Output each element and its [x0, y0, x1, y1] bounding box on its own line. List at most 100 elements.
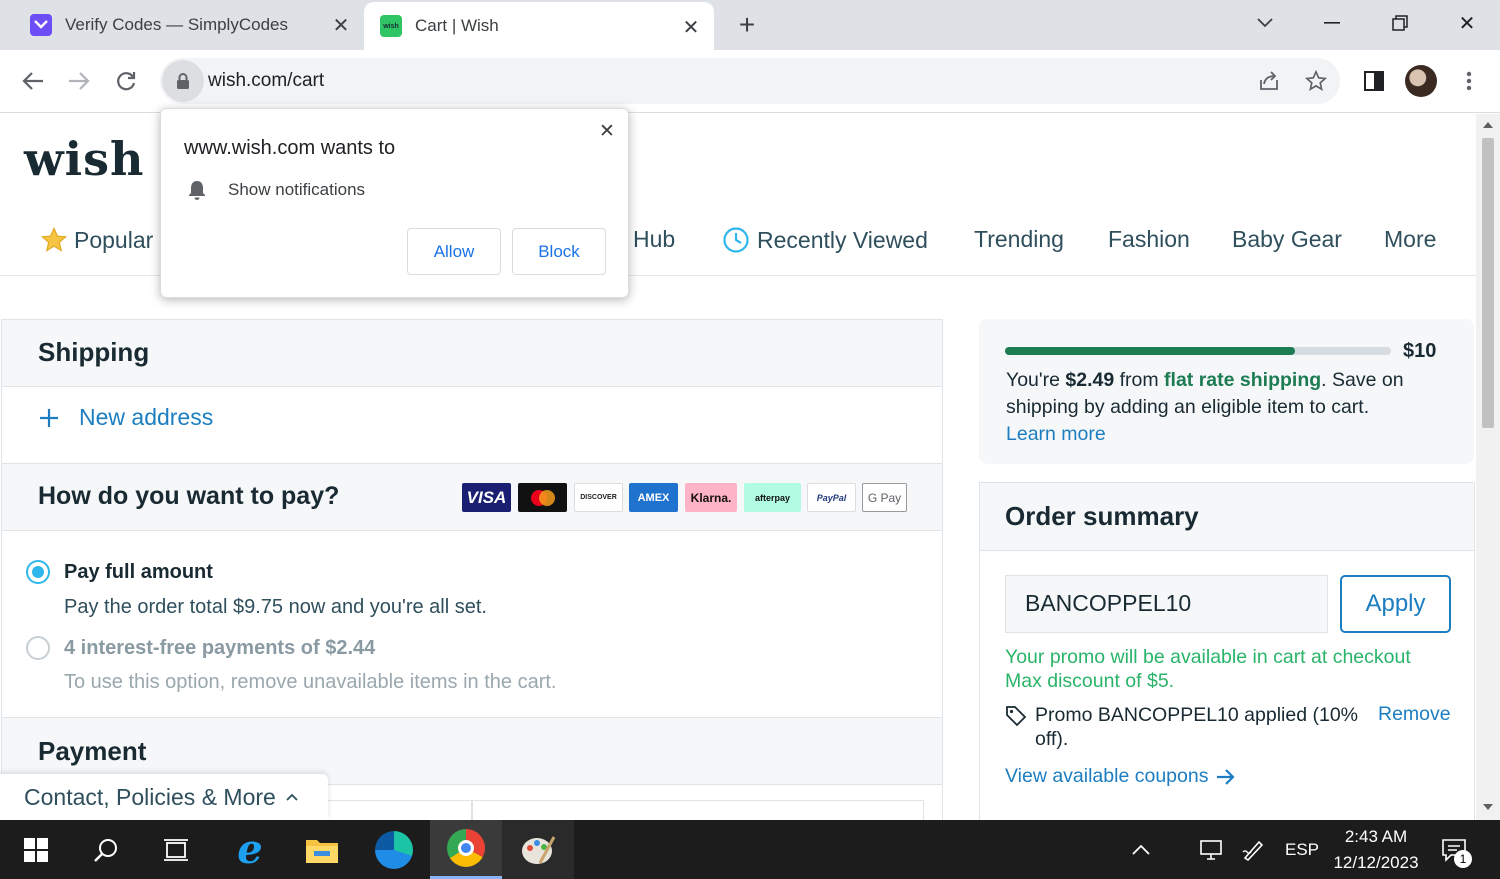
- language-indicator[interactable]: ESP: [1280, 820, 1324, 879]
- tab-wish-cart[interactable]: wish Cart | Wish ✕: [364, 2, 714, 50]
- contact-policies-bar[interactable]: Contact, Policies & More: [0, 774, 328, 820]
- file-explorer-icon[interactable]: [286, 820, 358, 879]
- show-hidden-icons-chevron-icon[interactable]: [1124, 820, 1158, 879]
- scrollbar-thumb[interactable]: [1482, 138, 1494, 428]
- nav-label: Fashion: [1108, 226, 1190, 252]
- pen-icon[interactable]: [1236, 820, 1270, 879]
- page-scrollbar[interactable]: [1476, 114, 1500, 820]
- minimize-button[interactable]: [1312, 6, 1352, 40]
- nav-item-trending[interactable]: Trending: [974, 226, 1064, 253]
- menu-kebab-icon[interactable]: [1452, 64, 1486, 98]
- shipping-progress-fill: [1005, 347, 1295, 355]
- nav-item-more[interactable]: More: [1384, 226, 1436, 253]
- card-field[interactable]: [322, 800, 472, 820]
- afterpay-logo: afterpay: [744, 483, 801, 512]
- nav-item-recently-viewed[interactable]: Recently Viewed: [722, 226, 928, 254]
- back-arrow-icon[interactable]: [16, 64, 50, 98]
- remove-promo-link[interactable]: Remove: [1378, 703, 1451, 726]
- installments-radio[interactable]: [26, 636, 50, 660]
- promo-note: Your promo will be available in cart at …: [1005, 646, 1411, 692]
- nav-item-fashion[interactable]: Fashion: [1108, 226, 1190, 253]
- url-text[interactable]: wish.com/cart: [208, 70, 324, 92]
- view-coupons-link[interactable]: View available coupons: [1005, 765, 1236, 788]
- nav-label: Popular: [74, 226, 154, 253]
- nav-item-baby-gear[interactable]: Baby Gear: [1232, 226, 1342, 253]
- wish-favicon-icon: wish: [380, 15, 402, 37]
- popup-request: Show notifications: [228, 180, 366, 199]
- star-icon: [40, 226, 68, 252]
- new-tab-button[interactable]: +: [732, 9, 762, 40]
- shipping-title: Shipping: [38, 337, 150, 367]
- plus-icon: [40, 408, 58, 427]
- nav-label: Trending: [974, 226, 1064, 252]
- edge-icon[interactable]: [358, 820, 430, 879]
- popup-title: www.wish.com wants to: [184, 137, 396, 159]
- order-summary-header: Order summary: [980, 483, 1474, 551]
- klarna-logo: Klarna.: [685, 483, 737, 512]
- amex-logo: AMEX: [629, 483, 678, 512]
- tab-simplycodes[interactable]: Verify Codes — SimplyCodes ✕: [14, 0, 364, 50]
- date: 12/12/2023: [1333, 852, 1419, 872]
- installments-label: 4 interest-free payments of $2.44: [64, 637, 376, 659]
- restore-button[interactable]: [1380, 6, 1420, 40]
- clock[interactable]: 2:43 AM 12/12/2023: [1330, 820, 1422, 879]
- bell-icon: [188, 180, 206, 205]
- nav-item-hub[interactable]: Hub: [633, 226, 675, 253]
- flat-rate-shipping-panel: $10 You're $2.49 from flat rate shipping…: [979, 319, 1474, 464]
- chrome-icon[interactable]: [430, 820, 502, 879]
- close-popup-icon[interactable]: ✕: [595, 119, 619, 143]
- browser-toolbar: wish.com/cart: [0, 50, 1500, 113]
- side-panel-icon[interactable]: [1357, 64, 1391, 98]
- card-field[interactable]: [472, 800, 924, 820]
- shipping-progress-bar: [1005, 347, 1391, 355]
- pay-full-radio[interactable]: [26, 560, 50, 584]
- pay-full-description: Pay the order total $9.75 now and you're…: [64, 596, 487, 618]
- new-address-link[interactable]: New address: [38, 404, 213, 431]
- notification-center-icon[interactable]: 1: [1434, 820, 1474, 879]
- windows-taskbar: e ESP 2:43 AM 12/12/2023 1: [0, 820, 1500, 879]
- forward-arrow-icon[interactable]: [62, 64, 96, 98]
- windows-start-icon[interactable]: [0, 820, 72, 879]
- tab-title: Cart | Wish: [415, 16, 499, 35]
- allow-button[interactable]: Allow: [407, 228, 501, 275]
- close-tab-icon[interactable]: ✕: [328, 12, 354, 38]
- scroll-down-icon[interactable]: [1483, 804, 1493, 810]
- close-tab-icon[interactable]: ✕: [678, 14, 704, 40]
- close-window-button[interactable]: ✕: [1447, 6, 1487, 40]
- wish-logo[interactable]: wish: [24, 132, 144, 186]
- lock-icon[interactable]: [162, 60, 204, 102]
- arrow-right-icon: [1217, 768, 1236, 785]
- promo-code-input[interactable]: BANCOPPEL10: [1005, 575, 1328, 633]
- paint-icon[interactable]: [502, 820, 574, 879]
- address-bar[interactable]: wish.com/cart: [160, 58, 1340, 104]
- tab-search-chevron-icon[interactable]: [1245, 6, 1285, 40]
- nav-label: More: [1384, 226, 1437, 252]
- nav-item-popular[interactable]: Popular: [40, 226, 153, 254]
- block-button[interactable]: Block: [512, 228, 606, 275]
- notification-count-badge: 1: [1454, 850, 1472, 868]
- new-address-label: New address: [79, 404, 214, 430]
- internet-explorer-icon[interactable]: e: [214, 820, 286, 879]
- nav-label: Hub: [633, 226, 676, 252]
- order-summary-title: Order summary: [1005, 501, 1199, 531]
- share-icon[interactable]: [1252, 64, 1286, 98]
- bookmark-star-icon[interactable]: [1299, 64, 1333, 98]
- reload-icon[interactable]: [109, 64, 143, 98]
- scroll-up-icon[interactable]: [1483, 122, 1493, 128]
- task-view-icon[interactable]: [140, 820, 212, 879]
- learn-more-link[interactable]: Learn more: [1006, 423, 1106, 445]
- contact-label: Contact, Policies & More: [24, 783, 276, 810]
- mastercard-logo: [518, 483, 567, 512]
- visa-logo: VISA: [462, 483, 511, 512]
- network-icon[interactable]: [1195, 820, 1229, 879]
- profile-avatar[interactable]: [1404, 64, 1438, 98]
- flat-rate-link[interactable]: flat rate shipping: [1164, 369, 1321, 391]
- simplycodes-favicon-icon: [30, 14, 52, 36]
- discover-logo: DISCOVER: [574, 483, 623, 512]
- chevron-up-icon: [286, 793, 298, 801]
- payment-title: Payment: [38, 736, 147, 766]
- checkout-left-card: Shipping New address How do you want to …: [1, 319, 943, 820]
- apply-button[interactable]: Apply: [1340, 575, 1451, 633]
- tag-icon: [1005, 705, 1027, 732]
- search-icon[interactable]: [70, 820, 142, 879]
